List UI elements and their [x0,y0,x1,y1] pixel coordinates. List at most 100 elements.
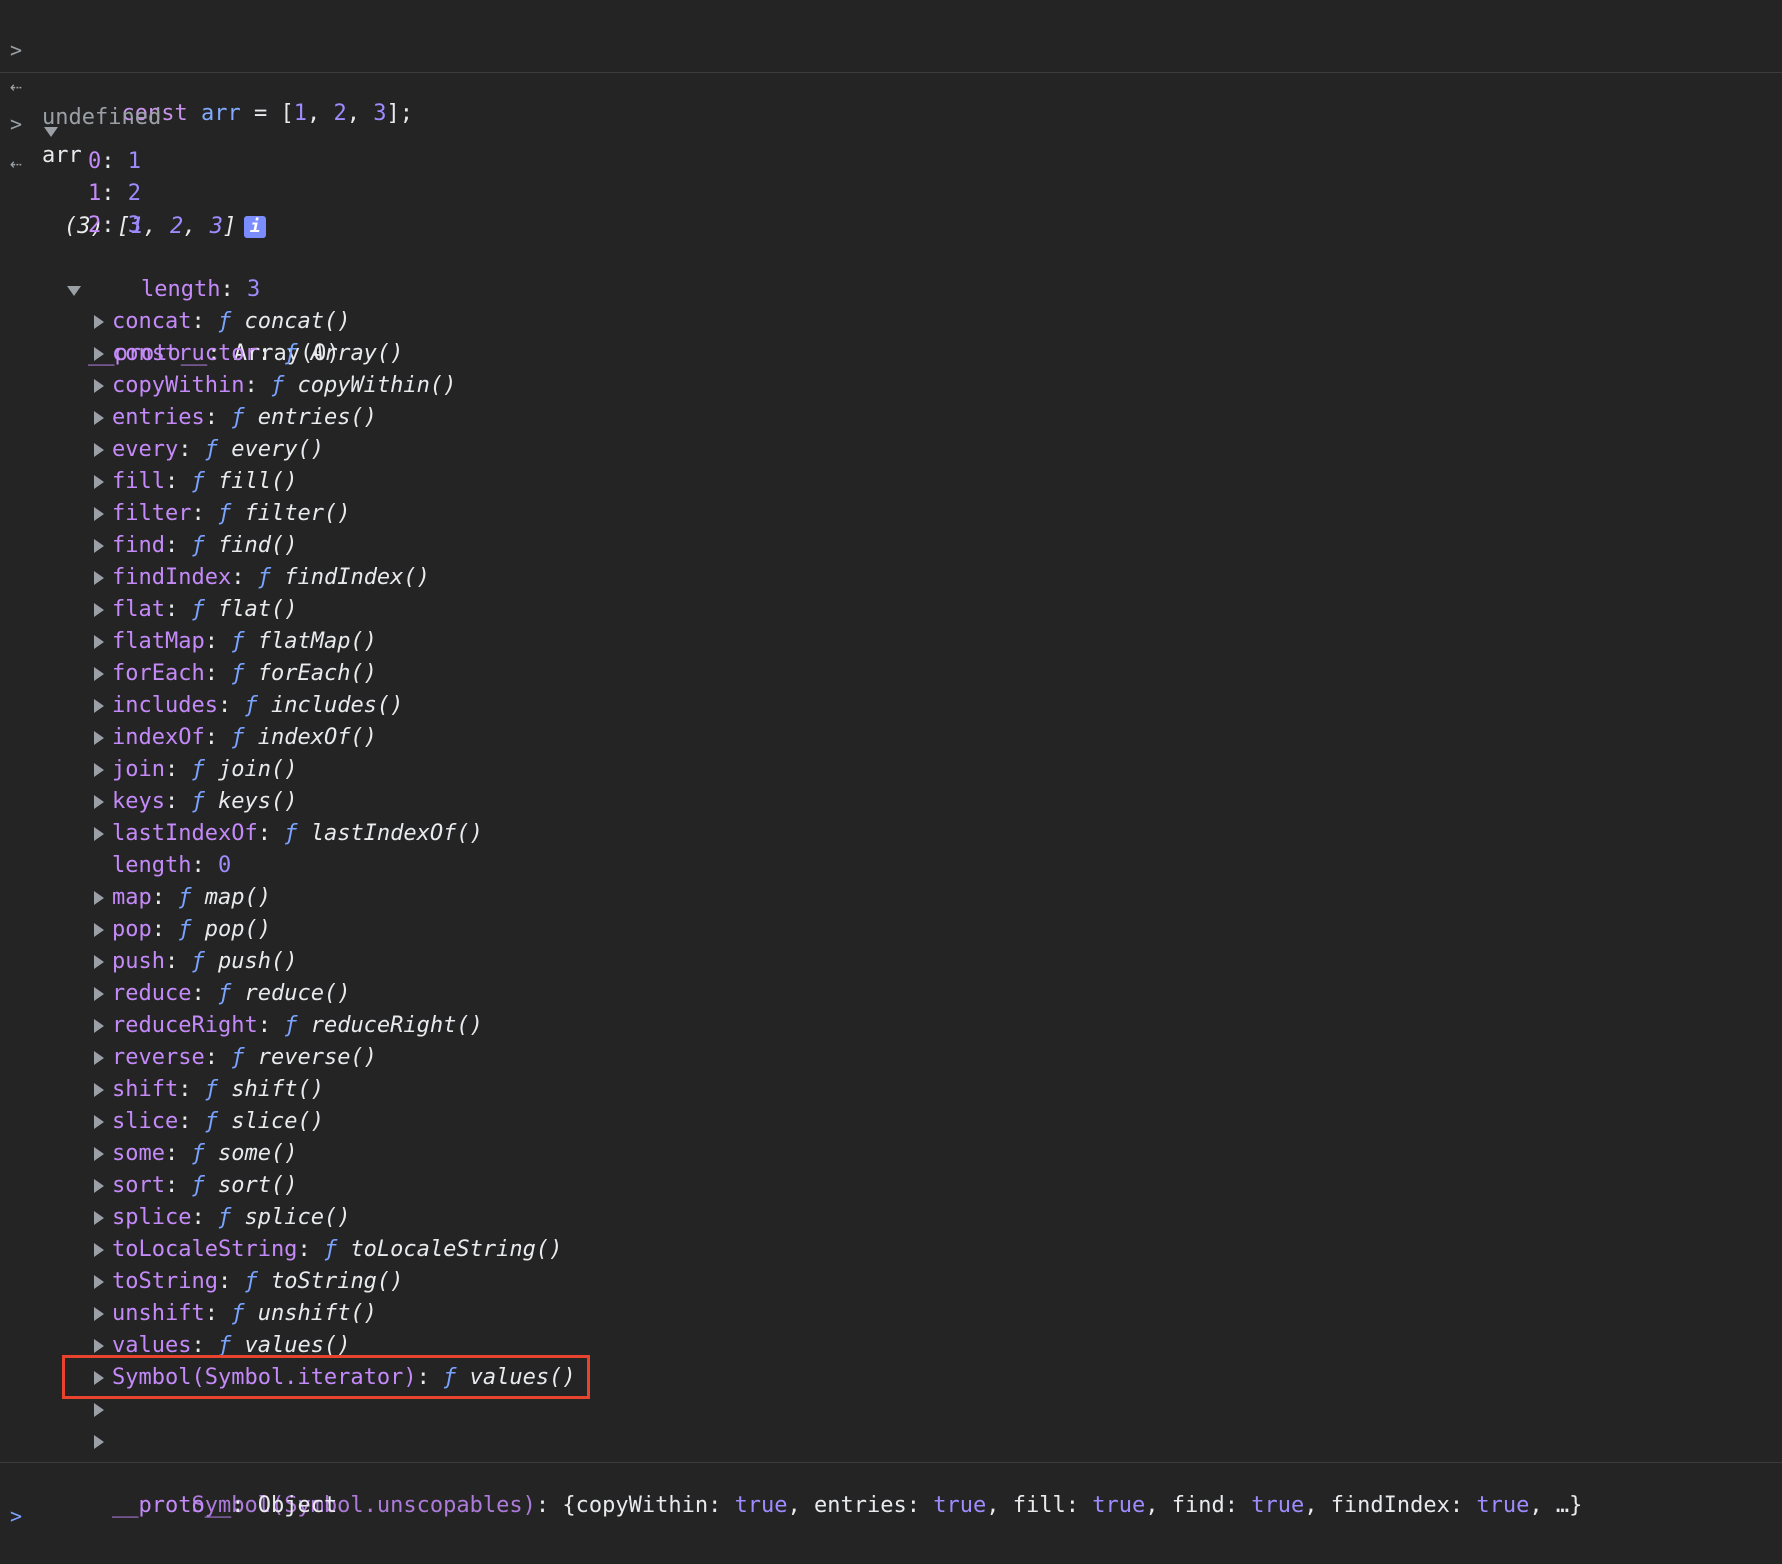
method-row[interactable]: constructor: ƒ Array() [0,338,1782,370]
expand-triangle-icon[interactable] [67,286,81,296]
method-key: every [112,437,179,462]
method-row[interactable]: toString: ƒ toString() [0,1266,1782,1298]
expand-triangle-icon[interactable] [94,635,104,649]
method-key: fill [112,469,165,494]
method-row[interactable]: reverse: ƒ reverse() [0,1042,1782,1074]
function-name: pop() [204,917,271,942]
method-row[interactable]: copyWithin: ƒ copyWithin() [0,370,1782,402]
expand-triangle-icon[interactable] [94,603,104,617]
proto-object-row[interactable]: __proto__: Object [0,1426,1782,1518]
function-symbol: ƒ [191,949,205,974]
method-row[interactable]: includes: ƒ includes() [0,690,1782,722]
expand-triangle-icon[interactable] [94,315,104,329]
function-symbol: ƒ [270,373,285,398]
expand-triangle-icon[interactable] [94,987,104,1001]
method-row[interactable]: filter: ƒ filter() [0,498,1782,530]
expand-triangle-icon[interactable] [94,1179,104,1193]
method-key: includes [112,693,218,718]
method-row[interactable]: reduce: ƒ reduce() [0,978,1782,1010]
highlight-box [62,1355,590,1399]
expand-triangle-icon[interactable] [94,923,104,937]
method-row[interactable]: findIndex: ƒ findIndex() [0,562,1782,594]
array-index-row: 2: 3 [88,213,141,238]
method-row[interactable]: join: ƒ join() [0,754,1782,786]
expand-triangle-icon[interactable] [94,1435,104,1449]
expand-triangle-icon[interactable] [94,1275,104,1289]
method-row[interactable]: indexOf: ƒ indexOf() [0,722,1782,754]
method-row[interactable]: keys: ƒ keys() [0,786,1782,818]
expand-triangle-icon[interactable] [94,347,104,361]
function-symbol: ƒ [204,1109,218,1134]
expand-triangle-icon[interactable] [94,411,104,425]
proto-array-row[interactable]: __proto__: Array(0) [0,274,1782,366]
expand-triangle-icon[interactable] [94,795,104,809]
info-icon[interactable]: i [244,216,267,238]
function-name: map() [204,885,271,910]
expand-triangle-icon[interactable] [94,379,104,393]
expand-triangle-icon[interactable] [94,1115,104,1129]
expand-triangle-icon[interactable] [94,1243,104,1257]
expand-triangle-icon[interactable] [94,667,104,681]
method-row[interactable]: reduceRight: ƒ reduceRight() [0,1010,1782,1042]
method-row[interactable]: sort: ƒ sort() [0,1170,1782,1202]
method-row[interactable]: lastIndexOf: ƒ lastIndexOf() [0,818,1782,850]
expand-triangle-icon[interactable] [94,731,104,745]
console-result-line: ⇠ undefined [0,38,1782,130]
expand-triangle-icon[interactable] [94,443,104,457]
console-input-line: > arr [0,76,1782,168]
expand-triangle-icon[interactable] [94,827,104,841]
method-row[interactable]: slice: ƒ slice() [0,1106,1782,1138]
method-row[interactable]: toLocaleString: ƒ toLocaleString() [0,1234,1782,1266]
console-input-line: > const arr = [1, 2, 3]; [0,2,1782,126]
console-prompt-line[interactable]: > [0,1468,1782,1528]
method-row[interactable]: some: ƒ some() [0,1138,1782,1170]
expand-triangle-icon[interactable] [94,955,104,969]
method-row[interactable]: every: ƒ every() [0,434,1782,466]
expand-triangle-icon[interactable] [94,1211,104,1225]
function-symbol: ƒ [231,1301,245,1326]
function-symbol: ƒ [257,565,271,590]
method-row[interactable]: unshift: ƒ unshift() [0,1298,1782,1330]
expand-triangle-icon[interactable] [94,1307,104,1321]
expand-triangle-icon[interactable] [94,1339,104,1353]
method-row[interactable]: forEach: ƒ forEach() [0,658,1782,690]
method-row[interactable]: push: ƒ push() [0,946,1782,978]
array-summary-row[interactable]: ⇠ (3) [1, 2, 3] i [0,115,1782,239]
expand-triangle-icon[interactable] [94,475,104,489]
function-symbol: ƒ [244,1269,258,1294]
expand-triangle-icon[interactable] [94,1083,104,1097]
method-row[interactable]: pop: ƒ pop() [0,914,1782,946]
method-row[interactable]: find: ƒ find() [0,530,1782,562]
method-row[interactable]: shift: ƒ shift() [0,1074,1782,1106]
method-row[interactable]: map: ƒ map() [0,882,1782,914]
expand-triangle-icon[interactable] [94,763,104,777]
method-row[interactable]: flat: ƒ flat() [0,594,1782,626]
expand-triangle-icon[interactable] [94,1051,104,1065]
method-row[interactable]: splice: ƒ splice() [0,1202,1782,1234]
expand-triangle-icon[interactable] [94,1019,104,1033]
expand-triangle-icon[interactable] [94,1147,104,1161]
expand-triangle-icon[interactable] [44,127,58,137]
method-key: map [112,885,152,910]
function-symbol: ƒ [231,405,245,430]
expand-triangle-icon[interactable] [94,571,104,585]
method-row[interactable]: flatMap: ƒ flatMap() [0,626,1782,658]
method-row[interactable]: concat: ƒ concat() [0,306,1782,338]
method-row[interactable]: fill: ƒ fill() [0,466,1782,498]
symbol-unscopables-row[interactable]: Symbol(Symbol.unscopables): {copyWithin:… [0,1394,1782,1518]
method-key: indexOf [112,725,205,750]
property-key: length [112,853,192,878]
expand-triangle-icon[interactable] [94,699,104,713]
method-key: concat [112,309,192,334]
method-row[interactable]: entries: ƒ entries() [0,402,1782,434]
expand-triangle-icon[interactable] [94,891,104,905]
expand-triangle-icon[interactable] [94,507,104,521]
method-key: keys [112,789,165,814]
expand-triangle-icon[interactable] [94,539,104,553]
function-name: slice() [231,1109,324,1134]
function-symbol: ƒ [231,725,245,750]
function-symbol: ƒ [191,469,205,494]
function-name: every() [231,437,324,462]
method-key: forEach [112,661,205,686]
expand-triangle-icon[interactable] [94,1403,104,1417]
